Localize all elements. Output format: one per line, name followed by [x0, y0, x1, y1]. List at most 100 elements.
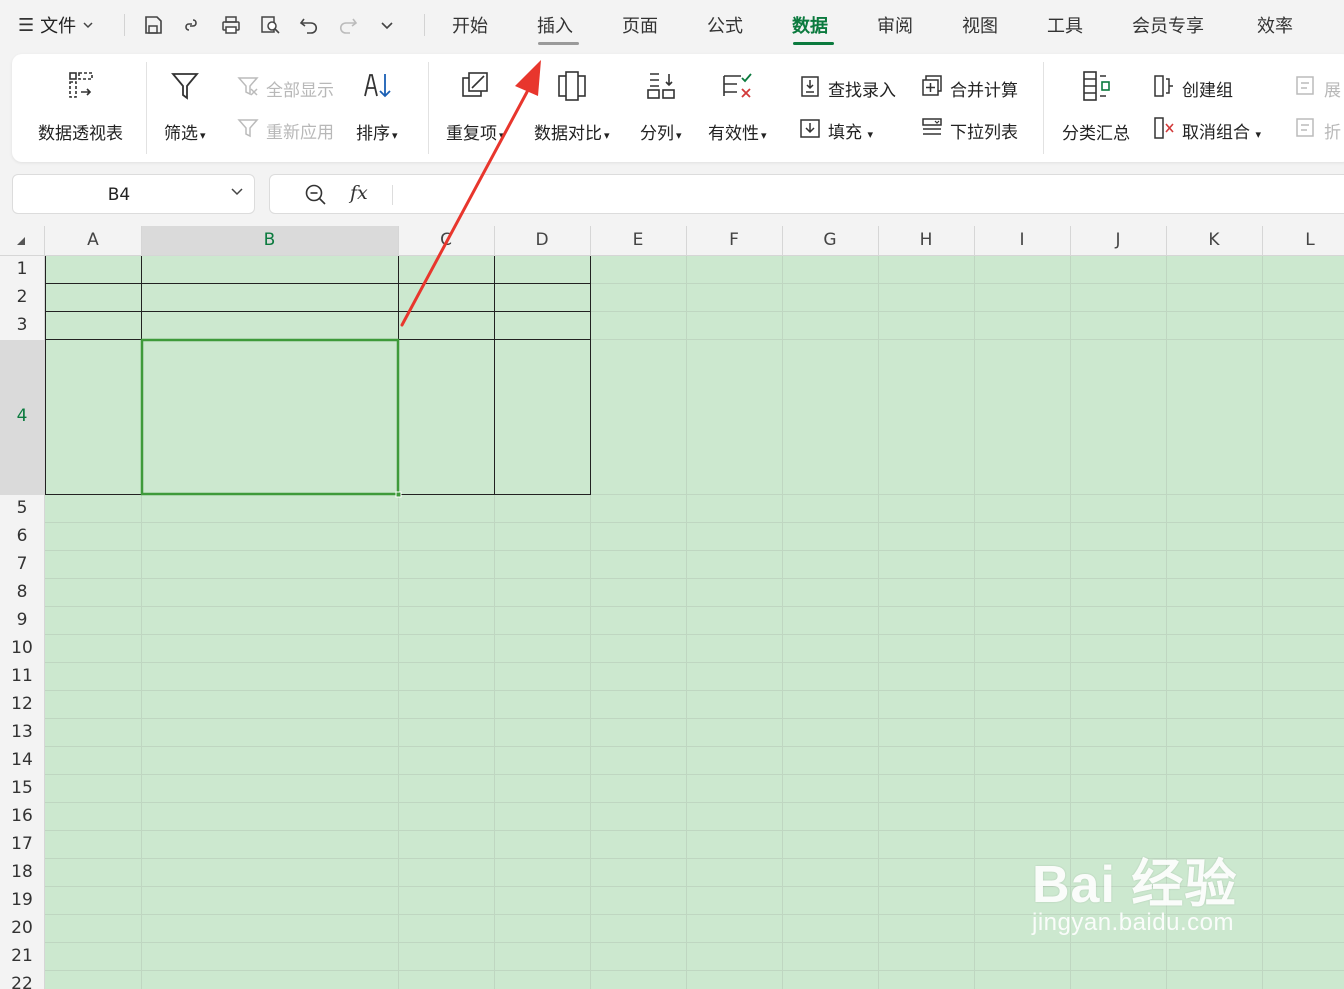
- fill-button[interactable]: 填充 ▾: [798, 116, 873, 145]
- collapse-detail-icon: [1294, 116, 1318, 145]
- row-header-17[interactable]: 17: [0, 830, 44, 858]
- row-header-1[interactable]: 1: [0, 255, 44, 283]
- consolidate-button[interactable]: 合并计算: [920, 74, 1018, 103]
- column-header-i[interactable]: I: [974, 226, 1070, 255]
- show-all-button[interactable]: 全部显示: [236, 74, 334, 103]
- row-header-9[interactable]: 9: [0, 606, 44, 634]
- column-header-f[interactable]: F: [686, 226, 782, 255]
- sort-label: 排序: [356, 124, 390, 144]
- print-icon[interactable]: [218, 12, 244, 38]
- row-header-10[interactable]: 10: [0, 634, 44, 662]
- fx-icon[interactable]: fx: [350, 182, 368, 204]
- filter-refresh-icon: [236, 116, 260, 145]
- collapse-detail-button[interactable]: 折: [1294, 116, 1341, 145]
- formula-bar[interactable]: fx: [269, 174, 1344, 214]
- cell-reference: B4: [107, 185, 131, 205]
- baidu-watermark: Bai 经验 jingyan.baidu.com: [1032, 842, 1237, 937]
- expand-detail-icon: [1294, 74, 1318, 103]
- chevron-down-icon: ▾: [200, 129, 206, 142]
- column-header-e[interactable]: E: [590, 226, 686, 255]
- row-header-11[interactable]: 11: [0, 662, 44, 690]
- tab-tools[interactable]: 工具: [1047, 0, 1083, 50]
- row-header-5[interactable]: 5: [0, 494, 44, 522]
- validation-label: 有效性: [708, 124, 759, 144]
- data-compare-button[interactable]: 数据对比 ▾: [534, 68, 610, 144]
- find-entry-button[interactable]: 查找录入: [798, 74, 896, 103]
- share-link-icon[interactable]: [179, 12, 205, 38]
- tab-formula[interactable]: 公式: [707, 0, 743, 50]
- row-header-22[interactable]: 22: [0, 970, 44, 989]
- filter-button[interactable]: 筛选 ▾: [164, 68, 206, 144]
- tab-review[interactable]: 审阅: [877, 0, 913, 50]
- validation-button[interactable]: 有效性 ▾: [708, 68, 767, 144]
- row-header-3[interactable]: 3: [0, 311, 44, 339]
- tab-start[interactable]: 开始: [452, 0, 488, 50]
- row-header-13[interactable]: 13: [0, 718, 44, 746]
- subtotal-button[interactable]: 分类汇总: [1062, 68, 1130, 144]
- redo-icon[interactable]: [335, 12, 361, 38]
- duplicates-icon: [457, 68, 493, 109]
- ungroup-label: 取消组合: [1182, 123, 1250, 143]
- column-header-d[interactable]: D: [494, 226, 590, 255]
- chevron-down-icon[interactable]: [230, 184, 244, 202]
- dropdown-list-button[interactable]: 下拉列表: [920, 116, 1018, 145]
- sort-button[interactable]: 排序 ▾: [356, 68, 398, 144]
- zoom-icon[interactable]: [304, 183, 328, 207]
- chevron-down-icon: ▾: [1252, 128, 1262, 141]
- chevron-down-icon: ▾: [761, 129, 767, 142]
- row-header-19[interactable]: 19: [0, 886, 44, 914]
- tab-page[interactable]: 页面: [622, 0, 658, 50]
- pivot-table-button[interactable]: 数据透视表: [38, 68, 123, 144]
- pivot-table-label: 数据透视表: [38, 124, 123, 144]
- row-header-4[interactable]: 4: [0, 339, 44, 494]
- chevron-down-icon: ▾: [864, 128, 874, 141]
- subtotal-icon: [1078, 68, 1114, 109]
- show-all-label: 全部显示: [266, 81, 334, 101]
- row-header-6[interactable]: 6: [0, 522, 44, 550]
- menu-bar: ☰ 文件 开始 插入 页面 公式 数据 审阅 视图 工具 会员专享 效率: [0, 0, 1344, 50]
- column-header-c[interactable]: C: [398, 226, 494, 255]
- column-header-k[interactable]: K: [1166, 226, 1262, 255]
- print-preview-icon[interactable]: [257, 12, 283, 38]
- undo-icon[interactable]: [296, 12, 322, 38]
- file-menu-label: 文件: [40, 16, 77, 37]
- split-column-button[interactable]: 分列 ▾: [640, 68, 682, 144]
- column-header-l[interactable]: L: [1262, 226, 1344, 255]
- fill-label: 填充: [828, 123, 862, 143]
- tab-data-active-indicator: [793, 42, 834, 45]
- row-header-21[interactable]: 21: [0, 942, 44, 970]
- ungroup-icon: [1152, 116, 1176, 145]
- duplicates-button[interactable]: 重复项 ▾: [446, 68, 505, 144]
- row-header-12[interactable]: 12: [0, 690, 44, 718]
- column-header-a[interactable]: A: [45, 226, 141, 255]
- name-box[interactable]: B4: [12, 174, 255, 214]
- reapply-label: 重新应用: [266, 123, 334, 143]
- ribbon-toolbar: 数据透视表 筛选 ▾ 全部显示 重新应用 排序 ▾ 重复项 ▾ 数据对比 ▾ 分…: [12, 54, 1344, 162]
- row-header-16[interactable]: 16: [0, 802, 44, 830]
- tab-efficiency[interactable]: 效率: [1257, 0, 1293, 50]
- row-header-20[interactable]: 20: [0, 914, 44, 942]
- column-header-h[interactable]: H: [878, 226, 974, 255]
- column-header-j[interactable]: J: [1070, 226, 1166, 255]
- reapply-button[interactable]: 重新应用: [236, 116, 334, 145]
- subtotal-label: 分类汇总: [1062, 124, 1130, 144]
- row-header-14[interactable]: 14: [0, 746, 44, 774]
- column-header-b[interactable]: B: [141, 226, 398, 255]
- row-header-7[interactable]: 7: [0, 550, 44, 578]
- tab-member[interactable]: 会员专享: [1132, 0, 1204, 50]
- customize-toolbar-icon[interactable]: [374, 12, 400, 38]
- collapse-detail-label: 折: [1324, 123, 1341, 143]
- row-header-18[interactable]: 18: [0, 858, 44, 886]
- file-menu-button[interactable]: ☰ 文件: [18, 0, 94, 50]
- column-header-g[interactable]: G: [782, 226, 878, 255]
- row-header-2[interactable]: 2: [0, 283, 44, 311]
- split-column-icon: [643, 68, 679, 109]
- ungroup-button[interactable]: 取消组合 ▾: [1152, 116, 1261, 145]
- row-header-8[interactable]: 8: [0, 578, 44, 606]
- tab-view[interactable]: 视图: [962, 0, 998, 50]
- hamburger-icon: ☰: [18, 14, 35, 36]
- row-header-15[interactable]: 15: [0, 774, 44, 802]
- expand-detail-button[interactable]: 展: [1294, 74, 1341, 103]
- create-group-button[interactable]: 创建组: [1152, 74, 1233, 103]
- save-icon[interactable]: [140, 12, 166, 38]
